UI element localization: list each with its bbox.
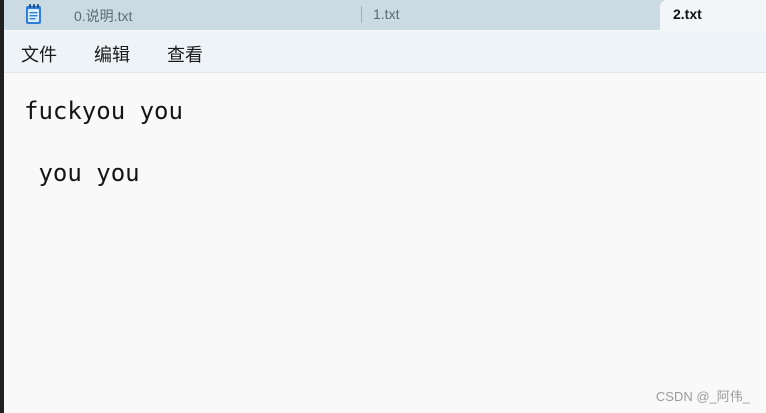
menu-edit[interactable]: 编辑 (94, 41, 130, 67)
editor-line: fuckyou you (24, 97, 183, 125)
editor-line: you you (24, 159, 140, 187)
tab-0-shuoming[interactable]: 0.说明.txt (4, 0, 359, 30)
notepad-icon (26, 4, 41, 24)
menu-file[interactable]: 文件 (21, 41, 57, 67)
menu-bar: 文件 编辑 查看 (4, 31, 766, 73)
text-editor-area[interactable]: fuckyou you you you (4, 73, 766, 413)
tab-separator (361, 6, 362, 23)
tab-1-txt[interactable]: 1.txt (364, 0, 660, 30)
tab-label: 1.txt (373, 6, 400, 22)
tab-label: 2.txt (673, 6, 702, 22)
notepad-window: 0.说明.txt 1.txt 2.txt 文件 编辑 查看 fuckyou yo… (4, 0, 766, 413)
tab-label: 0.说明.txt (74, 8, 133, 24)
tab-2-txt-active[interactable]: 2.txt (660, 0, 766, 31)
csdn-watermark: CSDN @_阿伟_ (655, 389, 750, 404)
menu-view[interactable]: 查看 (167, 41, 203, 67)
tab-bar: 0.说明.txt 1.txt 2.txt (4, 0, 766, 31)
